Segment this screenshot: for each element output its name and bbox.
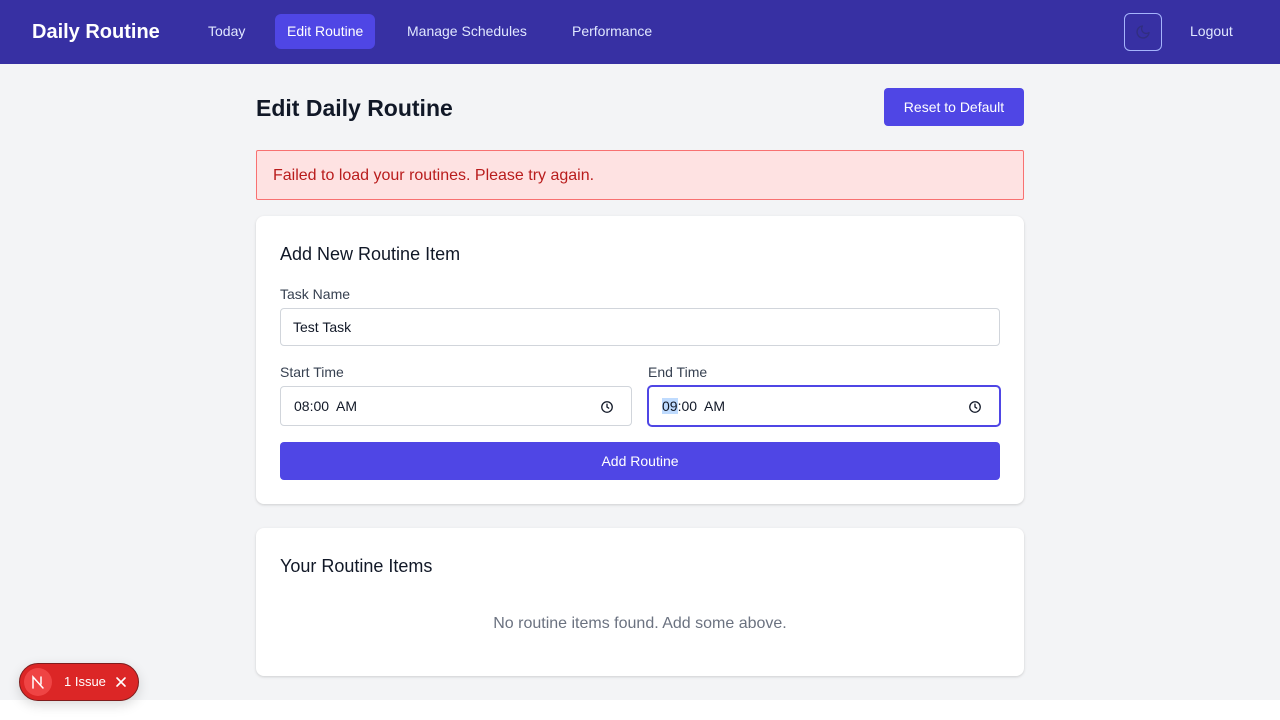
task-name-label: Task Name <box>280 286 351 302</box>
add-routine-button[interactable]: Add Routine <box>280 442 1000 480</box>
reset-to-default-button[interactable]: Reset to Default <box>884 88 1024 126</box>
routine-items-card: Your Routine Items No routine items foun… <box>256 528 1024 676</box>
nav-link-manage-schedules[interactable]: Manage Schedules <box>395 14 539 49</box>
page-title: Edit Daily Routine <box>256 95 453 121</box>
task-name-input[interactable] <box>280 308 1000 346</box>
clock-icon[interactable] <box>600 400 614 414</box>
nav-link-today[interactable]: Today <box>196 14 257 49</box>
end-time-label: End Time <box>648 364 708 380</box>
close-icon[interactable] <box>114 675 128 689</box>
theme-toggle-button[interactable] <box>1124 13 1162 51</box>
app-brand[interactable]: Daily Routine <box>32 18 160 46</box>
end-time-input[interactable]: 09:00 AM <box>648 386 1000 426</box>
add-routine-title: Add New Routine Item <box>280 244 461 264</box>
add-routine-card: Add New Routine Item Task Name Start Tim… <box>256 216 1024 504</box>
nav-link-edit-routine[interactable]: Edit Routine <box>275 14 376 49</box>
nav-link-performance[interactable]: Performance <box>560 14 664 49</box>
top-navbar: Daily Routine Today Edit Routine Manage … <box>0 0 1280 64</box>
nextjs-logo-icon <box>24 668 52 696</box>
routine-items-title: Your Routine Items <box>280 556 433 576</box>
end-time-value: 09:00 AM <box>662 398 726 414</box>
error-alert: Failed to load your routines. Please try… <box>256 150 1024 200</box>
clock-icon[interactable] <box>968 400 982 414</box>
dev-issues-badge[interactable]: 1 Issue <box>19 663 139 701</box>
start-time-input[interactable]: 08:00 AM <box>280 386 632 426</box>
empty-state-message: No routine items found. Add some above. <box>493 615 787 632</box>
start-time-label: Start Time <box>280 364 344 380</box>
error-alert-message: Failed to load your routines. Please try… <box>273 167 595 184</box>
logout-link[interactable]: Logout <box>1178 14 1245 49</box>
issue-count-label[interactable]: 1 Issue <box>64 674 106 690</box>
moon-icon <box>1136 25 1150 39</box>
start-time-value: 08:00 AM <box>294 398 358 414</box>
